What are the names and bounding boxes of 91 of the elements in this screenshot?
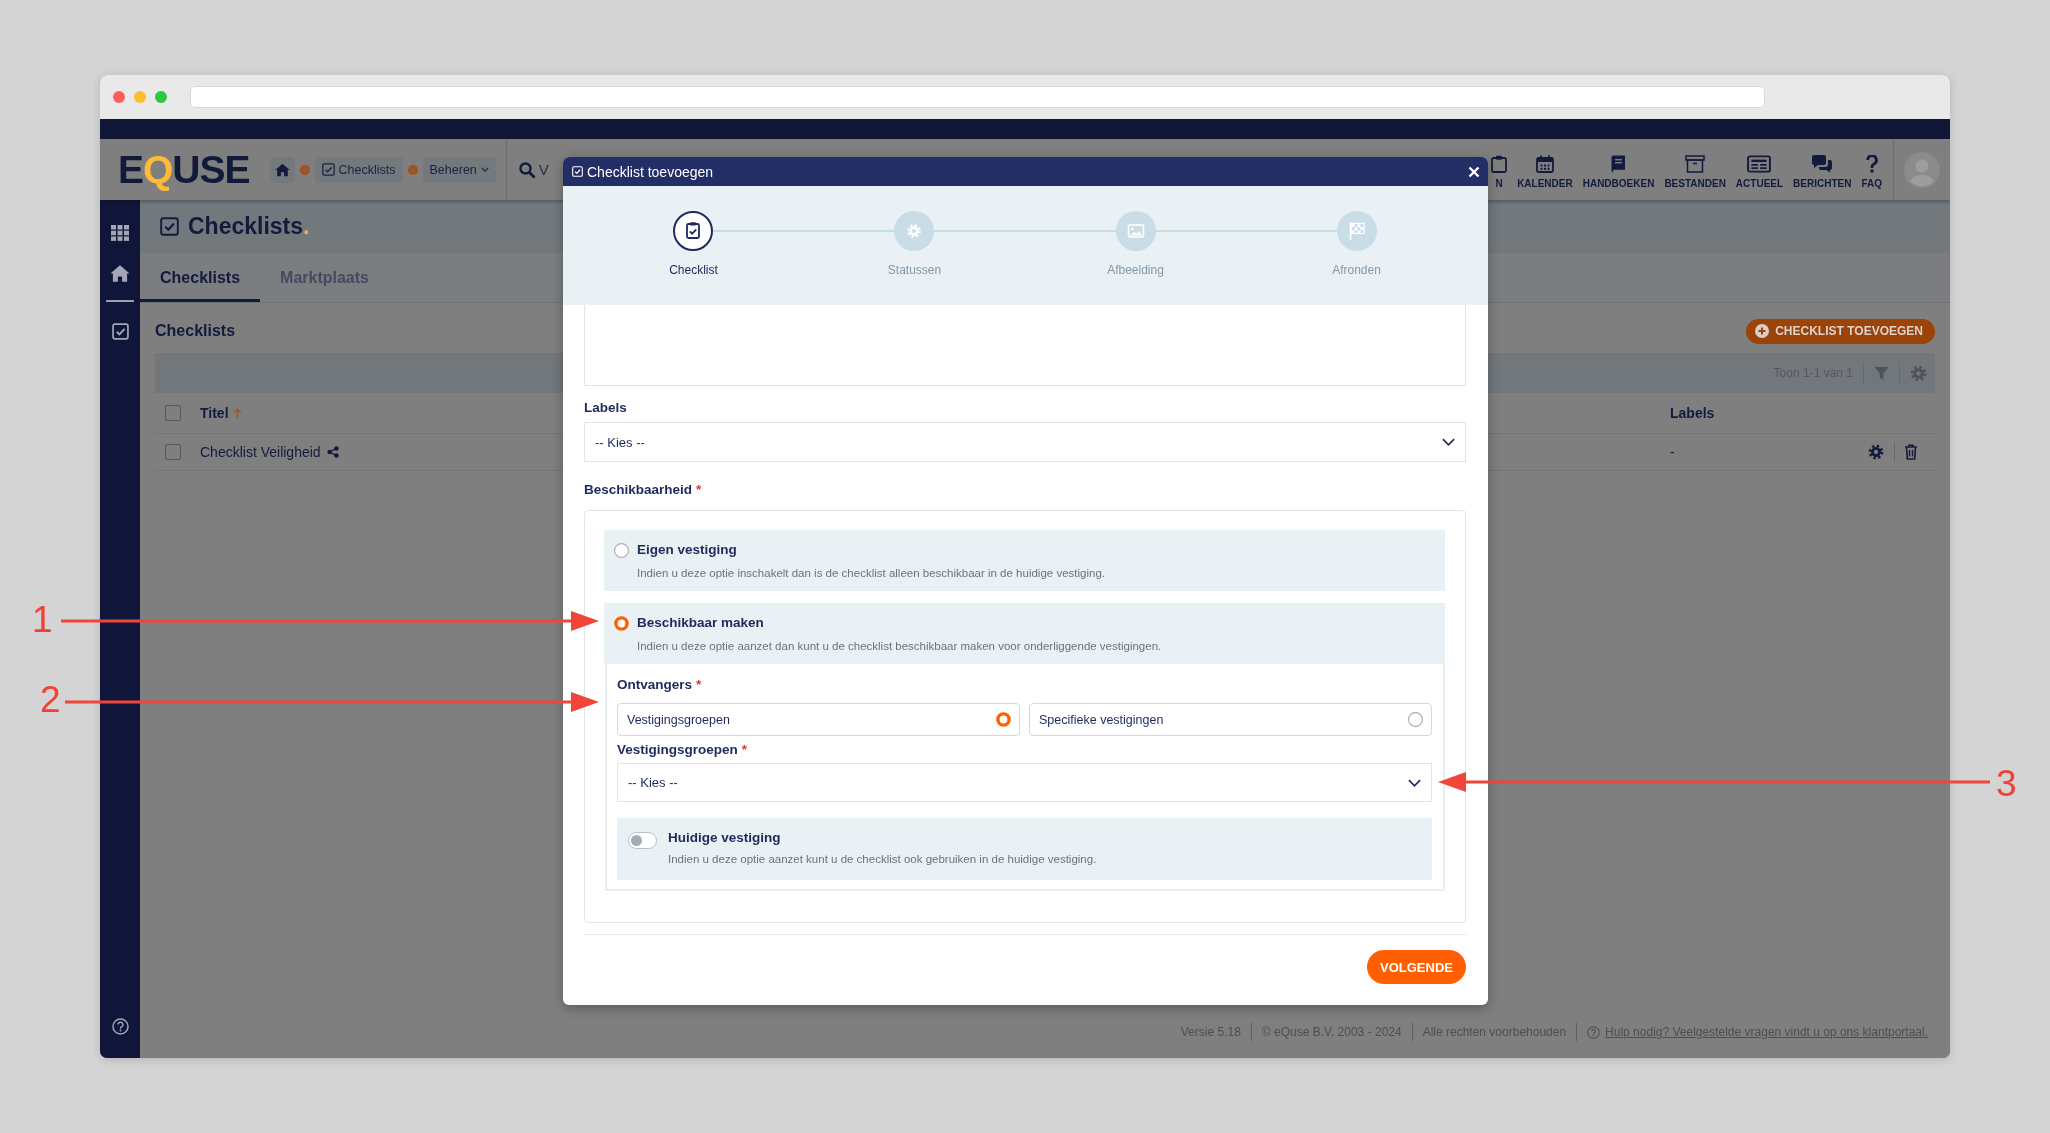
close-dot-icon[interactable] [113, 91, 125, 103]
minimize-dot-icon[interactable] [134, 91, 146, 103]
checkbox[interactable] [165, 405, 181, 421]
avatar-icon[interactable] [1904, 151, 1940, 188]
checkbox-icon[interactable] [111, 323, 129, 340]
newspaper-icon [1747, 154, 1772, 173]
toggle-switch[interactable] [628, 832, 657, 849]
maximize-dot-icon[interactable] [155, 91, 167, 103]
question-mark-icon [1865, 154, 1878, 173]
add-checklist-button[interactable]: CHECKLIST TOEVOEGEN [1746, 318, 1935, 344]
table-cell: - [1670, 444, 1675, 460]
chevron-down-icon [1442, 438, 1455, 446]
field-label: Vestigingsgroepen [617, 742, 738, 758]
textarea-field[interactable] [584, 305, 1466, 386]
plus-circle-icon [1755, 324, 1770, 338]
step-label: Statussen [887, 263, 942, 277]
required-mark: * [696, 482, 702, 498]
next-button[interactable]: VOLGENDE [1367, 950, 1466, 984]
nav-link[interactable]: FAQ [1861, 150, 1882, 189]
chevron-down-icon [1408, 778, 1421, 787]
field-label: Beschikbaarheid [584, 482, 693, 498]
checkbox-icon [572, 166, 583, 177]
grid-icon[interactable] [111, 225, 129, 241]
flag-icon[interactable] [1337, 211, 1377, 251]
annotation-number: 3 [1996, 765, 2017, 802]
nav-link[interactable]: BERICHTEN [1793, 150, 1852, 189]
column-header[interactable]: Titel [200, 405, 242, 421]
step-label: Checklist [669, 263, 718, 277]
chevron-circle-icon [407, 164, 418, 175]
table-cell: Checklist Veiligheid [200, 444, 321, 460]
option-description: Indien u deze optie aanzet kunt u de checklist ook gebruiken in de huidige vestiging. [668, 852, 1097, 867]
option-title: Eigen vestiging [637, 541, 737, 559]
search-icon[interactable] [518, 161, 535, 178]
calendar-icon [1535, 154, 1554, 173]
close-icon[interactable] [1468, 165, 1480, 178]
archive-box-icon [1685, 154, 1706, 173]
caret-icon [480, 167, 489, 172]
select-field[interactable]: -- Kies -- [584, 422, 1466, 462]
annotation-number: 2 [40, 681, 61, 718]
book-icon [1611, 154, 1627, 173]
share-icon[interactable] [326, 446, 339, 458]
tab[interactable]: Checklists [140, 253, 261, 302]
option-description: Indien u deze optie aanzet dan kunt u de checklist beschikbaar maken voor onderliggende vestigingen. [637, 639, 1163, 654]
field-label: Ontvangers [617, 677, 693, 693]
trash-icon[interactable] [1904, 444, 1918, 460]
option-description: Indien u deze optie inschakelt dan is de checklist alleen beschikbaar in de huidige vestiging. [637, 566, 1106, 581]
page-title: Checklists. [188, 213, 310, 240]
section-title: Checklists [155, 322, 236, 340]
breadcrumb-link[interactable]: Checklists [314, 156, 403, 183]
home-button[interactable] [269, 156, 295, 183]
clipboard-icon [1491, 154, 1508, 173]
nav-link[interactable]: N [1491, 150, 1508, 189]
radio-button[interactable] [614, 615, 629, 631]
radio-choice[interactable]: Vestigingsgroepen [617, 703, 1020, 736]
field-label: Labels [584, 400, 627, 416]
annotation-number: 1 [32, 601, 53, 638]
nav-link[interactable]: KALENDER [1517, 150, 1573, 189]
step-label: Afbeelding [1107, 263, 1164, 277]
checkbox-icon [321, 163, 335, 176]
required-mark: * [696, 677, 702, 693]
modal-title: Checklist toevoegen [587, 163, 714, 180]
option-title: Huidige vestiging [668, 829, 782, 847]
help-icon[interactable] [111, 1018, 129, 1035]
search-field[interactable]: V [538, 161, 549, 178]
sort-arrow-icon[interactable] [232, 407, 242, 419]
option-title: Beschikbaar maken [637, 614, 764, 632]
nav-link[interactable]: HANDBOEKEN [1582, 150, 1655, 189]
radio-button[interactable] [1408, 712, 1423, 727]
required-mark: * [741, 742, 748, 758]
radio-button[interactable] [996, 712, 1011, 727]
filter-icon[interactable] [1874, 365, 1889, 381]
checkbox-icon [160, 217, 179, 236]
clipboard-check-icon[interactable] [673, 211, 713, 251]
radio-button[interactable] [614, 542, 629, 558]
home-icon[interactable] [110, 264, 130, 283]
radio-choice[interactable]: Specifieke vestigingen [1029, 703, 1432, 736]
help-icon [1587, 1025, 1601, 1039]
step-label: Afronden [1332, 263, 1381, 277]
home-icon [274, 162, 290, 177]
gear-icon[interactable] [1868, 444, 1884, 460]
chat-bubbles-icon [1811, 154, 1834, 173]
image-icon[interactable] [1115, 211, 1156, 251]
select-field[interactable]: -- Kies -- [617, 763, 1432, 802]
logo[interactable]: EQUSE [118, 150, 250, 189]
chevron-circle-icon [299, 164, 310, 175]
checkbox[interactable] [165, 444, 181, 460]
address-field[interactable] [190, 86, 1765, 108]
dropdown-button[interactable]: Beheren [422, 156, 496, 183]
nav-link[interactable]: ACTUEEL [1735, 150, 1784, 189]
nav-link[interactable]: BESTANDEN [1664, 150, 1726, 189]
column-header[interactable]: Labels [1670, 405, 1715, 421]
